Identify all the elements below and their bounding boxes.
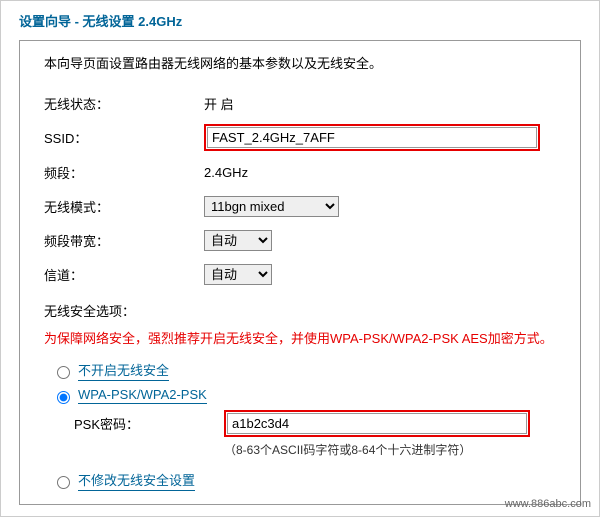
radio-row-none[interactable]: 不开启无线安全: [52, 360, 556, 381]
wizard-window: 设置向导 - 无线设置 2.4GHz 本向导页面设置路由器无线网络的基本参数以及…: [0, 0, 600, 517]
psk-hint: （8-63个ASCII码字符或8-64个十六进制字符）: [224, 441, 556, 458]
psk-label: PSK密码：: [74, 414, 224, 433]
page-title: 设置向导 - 无线设置 2.4GHz: [19, 11, 581, 30]
radio-row-keep[interactable]: 不修改无线安全设置: [52, 470, 556, 491]
security-warning: 为保障网络安全，强烈推荐开启无线安全，并使用WPA-PSK/WPA2-PSK A…: [44, 328, 556, 350]
label-bandwidth: 频段带宽：: [44, 231, 204, 250]
label-mode: 无线模式：: [44, 197, 204, 216]
label-channel: 信道：: [44, 265, 204, 284]
row-band: 频段： 2.4GHz: [44, 159, 556, 185]
radio-label-none[interactable]: 不开启无线安全: [78, 360, 169, 381]
radio-none[interactable]: [57, 366, 70, 379]
radio-label-keep[interactable]: 不修改无线安全设置: [78, 470, 195, 491]
radio-wpa[interactable]: [57, 391, 70, 404]
psk-highlight: [224, 410, 530, 437]
value-wireless-status: 开 启: [204, 94, 556, 113]
row-ssid: SSID：: [44, 124, 556, 151]
settings-panel: 本向导页面设置路由器无线网络的基本参数以及无线安全。 无线状态： 开 启 SSI…: [19, 40, 581, 505]
ssid-highlight: [204, 124, 540, 151]
ssid-input[interactable]: [207, 127, 537, 148]
label-wireless-status: 无线状态：: [44, 94, 204, 113]
psk-block: PSK密码： （8-63个ASCII码字符或8-64个十六进制字符）: [74, 410, 556, 458]
radio-row-wpa[interactable]: WPA-PSK/WPA2-PSK: [52, 387, 556, 404]
intro-text: 本向导页面设置路由器无线网络的基本参数以及无线安全。: [44, 53, 556, 72]
bandwidth-select[interactable]: 自动: [204, 230, 272, 251]
row-wireless-status: 无线状态： 开 启: [44, 90, 556, 116]
row-channel: 信道： 自动: [44, 261, 556, 287]
security-section-label: 无线安全选项：: [44, 301, 556, 320]
radio-label-wpa[interactable]: WPA-PSK/WPA2-PSK: [78, 387, 207, 404]
footer-url: www.886abc.com: [505, 498, 591, 510]
row-bandwidth: 频段带宽： 自动: [44, 227, 556, 253]
radio-keep[interactable]: [57, 476, 70, 489]
row-mode: 无线模式： 11bgn mixed: [44, 193, 556, 219]
value-band: 2.4GHz: [204, 165, 556, 180]
label-ssid: SSID：: [44, 128, 204, 147]
channel-select[interactable]: 自动: [204, 264, 272, 285]
psk-input[interactable]: [227, 413, 527, 434]
label-band: 频段：: [44, 163, 204, 182]
psk-row: PSK密码：: [74, 410, 556, 437]
mode-select[interactable]: 11bgn mixed: [204, 196, 339, 217]
